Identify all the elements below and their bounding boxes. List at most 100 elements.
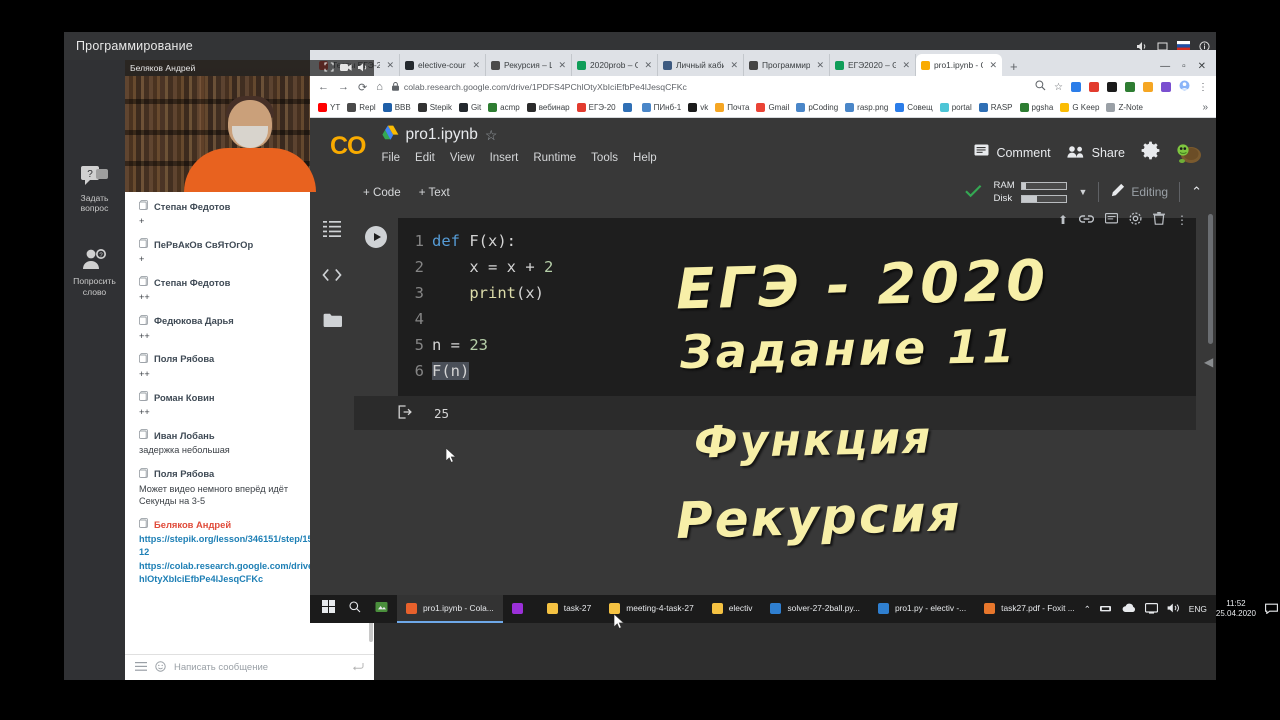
comment-button[interactable]: Comment bbox=[974, 144, 1051, 161]
bookmark-item[interactable]: pgsha bbox=[1018, 102, 1056, 113]
bookmark-item[interactable] bbox=[621, 102, 637, 113]
minimize-button[interactable]: — bbox=[1160, 61, 1170, 72]
tab-close-icon[interactable]: ✕ bbox=[558, 60, 566, 71]
browser-tab[interactable]: elective-course/py ✕ bbox=[400, 54, 486, 76]
add-text-button[interactable]: + Text bbox=[419, 186, 450, 199]
extension-icon-3[interactable] bbox=[1107, 82, 1117, 92]
chat-input-row[interactable]: Написать сообщение bbox=[125, 654, 374, 680]
address-bar[interactable]: colab.research.google.com/drive/1PDFS4PC… bbox=[391, 81, 1026, 93]
tab-close-icon[interactable]: ✕ bbox=[902, 60, 910, 71]
fullscreen-icon[interactable] bbox=[324, 62, 334, 74]
bookmark-item[interactable]: Repl bbox=[345, 102, 377, 113]
menu-icon[interactable] bbox=[135, 661, 147, 674]
bookmark-item[interactable]: ЕГЭ-20 bbox=[575, 102, 618, 113]
ask-question-button[interactable]: ? Задать вопрос bbox=[66, 165, 124, 214]
colab-logo[interactable]: CO bbox=[330, 132, 366, 161]
bookmark-item[interactable]: rasp.png bbox=[843, 102, 890, 113]
chat-input-placeholder[interactable]: Написать сообщение bbox=[174, 662, 268, 673]
tab-close-icon[interactable]: ✕ bbox=[730, 60, 738, 71]
bookmark-item[interactable]: YT bbox=[316, 102, 342, 113]
camera-icon[interactable] bbox=[340, 63, 352, 74]
taskbar-clock[interactable]: 11:52 25.04.2020 bbox=[1216, 599, 1256, 619]
taskbar-app[interactable]: task27.pdf - Foxit ... bbox=[975, 595, 1084, 623]
settings-icon[interactable] bbox=[1129, 212, 1142, 228]
code-snippets-icon[interactable] bbox=[322, 268, 342, 287]
chrome-menu-icon[interactable]: ⋮ bbox=[1198, 82, 1208, 93]
browser-tab[interactable]: Рекурсия – Шаг 1 ✕ bbox=[486, 54, 572, 76]
colab-menu-runtime[interactable]: Runtime bbox=[533, 152, 576, 164]
bookmark-item[interactable]: Совещ bbox=[893, 102, 934, 113]
tab-close-icon[interactable]: ✕ bbox=[989, 60, 997, 71]
code-cell[interactable]: ⬆ ⋮ 1 def F(x): 2 x = x + 2 3 print(x) 4… bbox=[354, 212, 1196, 430]
resource-meters[interactable]: RAM Disk bbox=[993, 180, 1068, 204]
search-icon[interactable] bbox=[1035, 80, 1046, 94]
home-button[interactable]: ⌂ bbox=[376, 81, 383, 93]
taskbar-app[interactable]: solver-27-2ball.py... bbox=[761, 595, 868, 623]
tab-close-icon[interactable]: ✕ bbox=[644, 60, 652, 71]
star-icon[interactable]: ☆ bbox=[485, 127, 498, 144]
taskbar-app[interactable]: electiv bbox=[703, 595, 762, 623]
request-to-speak-button[interactable]: ? Попросить слово bbox=[66, 248, 124, 297]
bookmark-item[interactable]: Stepik bbox=[416, 102, 454, 113]
code-editor[interactable]: 1 def F(x): 2 x = x + 23 print(x) 4 5 n = 23 6… bbox=[398, 218, 1196, 396]
bookmark-item[interactable]: vk bbox=[686, 102, 710, 113]
taskbar-app[interactable]: pro1.ipynb - Cola... bbox=[397, 595, 503, 623]
editing-mode-button[interactable]: Editing bbox=[1110, 183, 1168, 201]
bookmarks-overflow-button[interactable]: » bbox=[1202, 102, 1210, 113]
table-of-contents-icon[interactable] bbox=[323, 221, 341, 242]
notification-icon[interactable] bbox=[1265, 603, 1278, 616]
files-icon[interactable] bbox=[323, 313, 342, 333]
bookmark-star-icon[interactable]: ☆ bbox=[1054, 82, 1063, 93]
emoji-icon[interactable] bbox=[155, 660, 166, 675]
chevron-up-icon[interactable]: ⌃ bbox=[1084, 604, 1091, 614]
taskbar-app[interactable]: task-27 bbox=[538, 595, 600, 623]
chevron-down-icon[interactable]: ▼ bbox=[1078, 187, 1087, 197]
colab-menu-edit[interactable]: Edit bbox=[415, 152, 435, 164]
colab-menu-file[interactable]: File bbox=[382, 152, 401, 164]
bookmark-item[interactable]: portal bbox=[938, 102, 974, 113]
comment-icon[interactable] bbox=[1104, 212, 1119, 228]
browser-tab[interactable]: Программир ✕ bbox=[744, 54, 830, 76]
bookmark-item[interactable]: Почта bbox=[713, 102, 751, 113]
notebook-scrollbar[interactable] bbox=[1208, 214, 1213, 344]
bookmark-item[interactable]: RASP bbox=[977, 102, 1015, 113]
windows-start-icon[interactable] bbox=[322, 600, 335, 618]
bookmark-item[interactable]: ПИнб-1 bbox=[640, 102, 684, 113]
search-icon[interactable] bbox=[349, 600, 361, 618]
chevron-up-icon[interactable]: ⌃ bbox=[1191, 184, 1202, 200]
colab-menu-view[interactable]: View bbox=[450, 152, 475, 164]
extension-icon-4[interactable] bbox=[1125, 82, 1135, 92]
notebook-name[interactable]: pro1.ipynb bbox=[406, 126, 478, 144]
taskbar-app[interactable]: pro1.py - electiv -... bbox=[869, 595, 975, 623]
close-window-button[interactable]: ✕ bbox=[1198, 61, 1206, 72]
page-edge-arrow-icon[interactable]: ◀ bbox=[1204, 355, 1213, 369]
extension-icon-5[interactable] bbox=[1143, 82, 1153, 92]
volume-icon[interactable] bbox=[1167, 603, 1180, 615]
bookmark-item[interactable]: acmp bbox=[486, 102, 522, 113]
profile-avatar[interactable] bbox=[1179, 80, 1190, 94]
browser-tab[interactable]: pro1.ipynb - Colab ✕ bbox=[916, 54, 1002, 76]
colab-menu-tools[interactable]: Tools bbox=[591, 152, 618, 164]
bookmark-item[interactable]: G Keep bbox=[1058, 102, 1101, 113]
tab-close-icon[interactable]: ✕ bbox=[472, 60, 480, 71]
bookmark-item[interactable]: BBB bbox=[381, 102, 413, 113]
forward-button[interactable]: → bbox=[338, 81, 349, 93]
colab-menu-help[interactable]: Help bbox=[633, 152, 657, 164]
language-indicator[interactable]: ENG bbox=[1189, 604, 1207, 614]
extension-icon-6[interactable] bbox=[1161, 82, 1171, 92]
delete-icon[interactable] bbox=[1153, 212, 1165, 228]
add-code-button[interactable]: + Code bbox=[363, 186, 401, 199]
colab-menu-insert[interactable]: Insert bbox=[490, 152, 519, 164]
browser-tab[interactable]: Личный кабинет ✕ bbox=[658, 54, 744, 76]
extension-icon-1[interactable] bbox=[1071, 82, 1081, 92]
reload-button[interactable]: ⟳ bbox=[358, 81, 367, 94]
gear-icon[interactable] bbox=[1141, 141, 1160, 165]
bookmark-item[interactable]: Git bbox=[457, 102, 483, 113]
bookmark-item[interactable]: Z-Note bbox=[1104, 102, 1144, 113]
browser-tab[interactable]: ЕГЭ2020 – Googl ✕ bbox=[830, 54, 916, 76]
back-button[interactable]: ← bbox=[318, 81, 329, 93]
send-icon[interactable] bbox=[352, 662, 364, 674]
taskbar-app[interactable] bbox=[503, 595, 538, 623]
share-button[interactable]: Share bbox=[1067, 145, 1125, 161]
bookmark-item[interactable]: вебинар bbox=[525, 102, 572, 113]
